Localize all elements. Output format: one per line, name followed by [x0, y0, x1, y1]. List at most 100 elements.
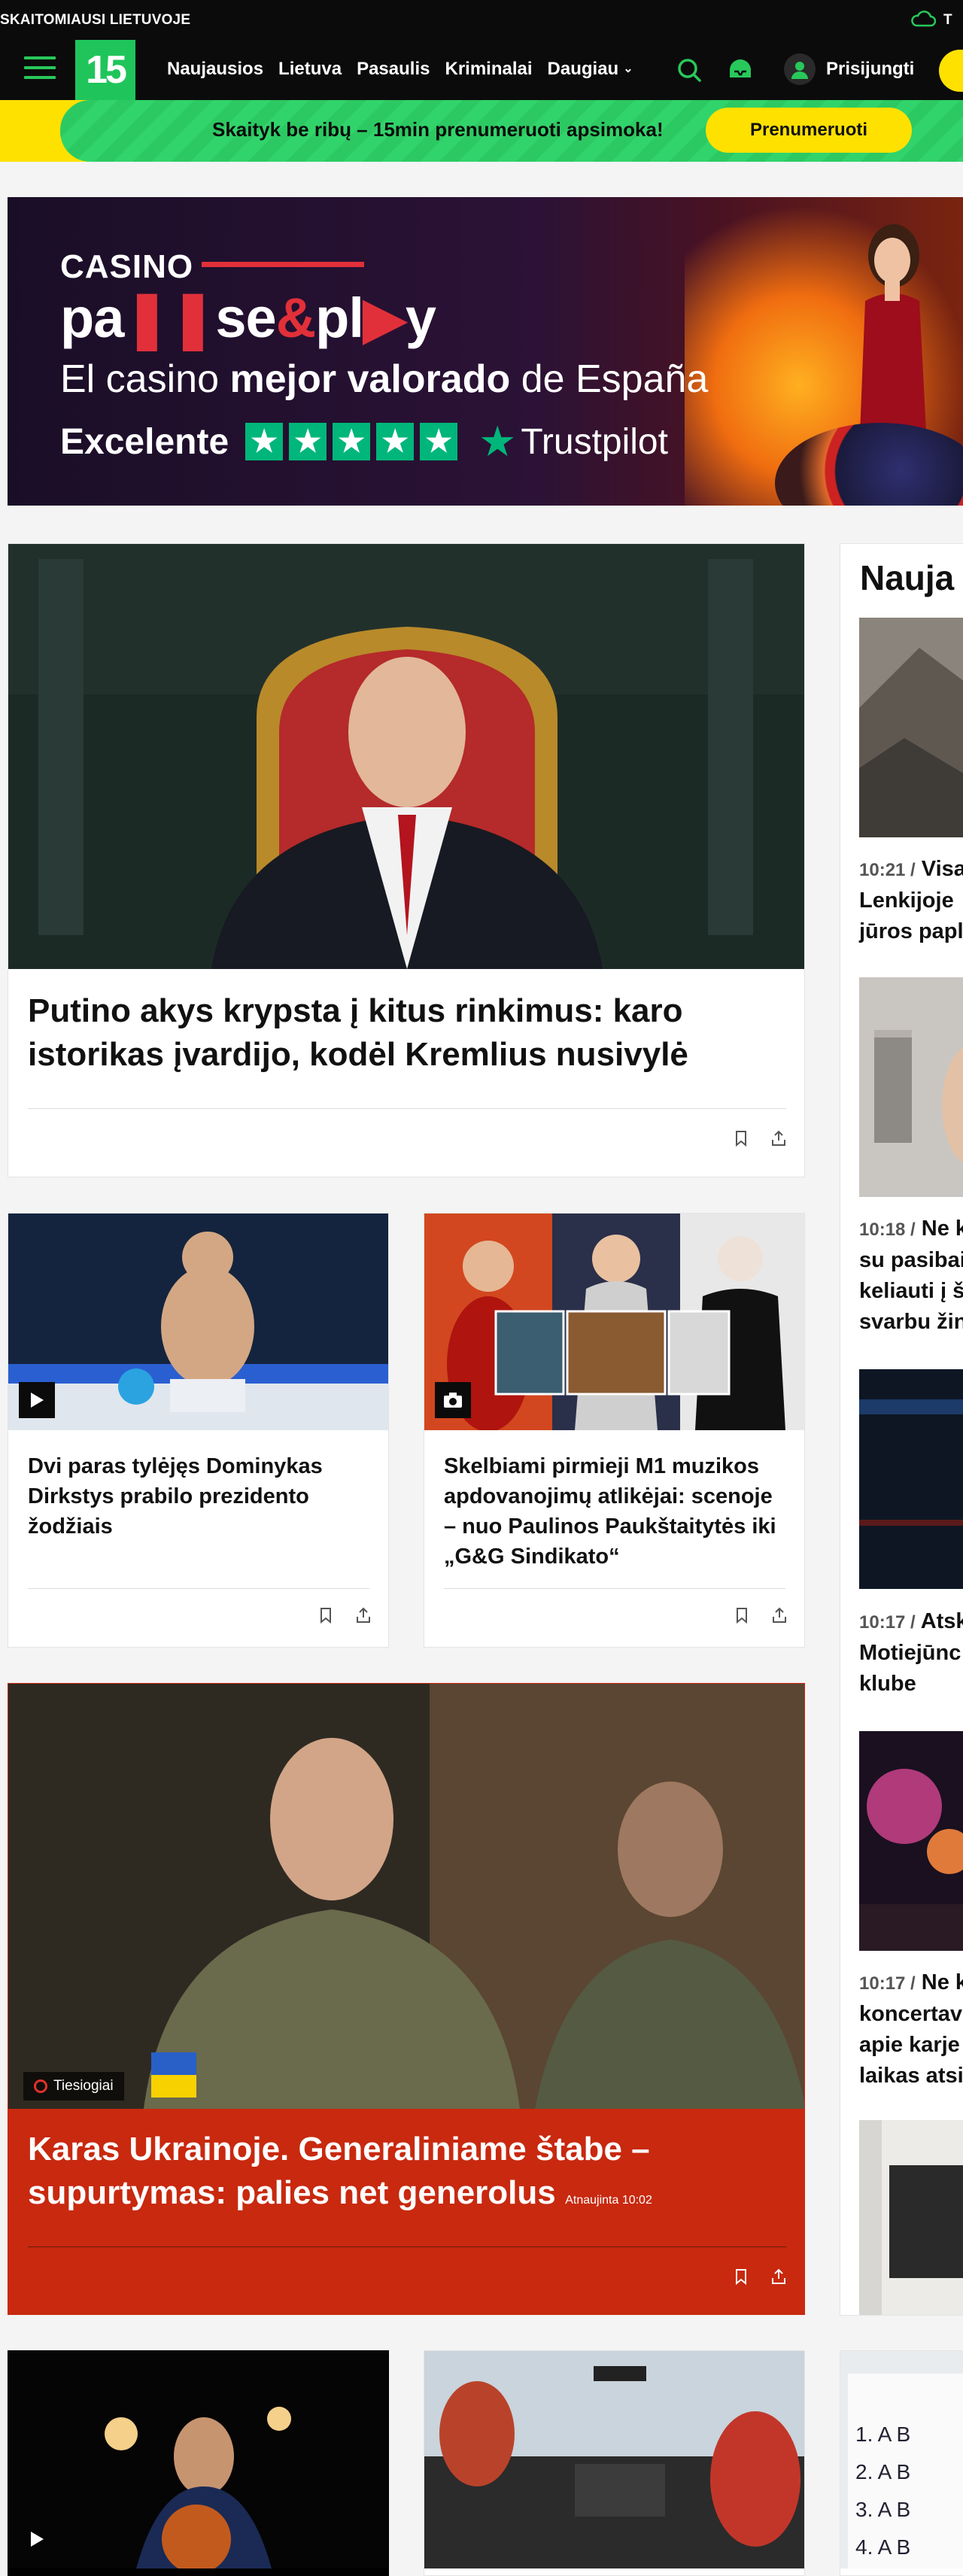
boxer-photo: [8, 1214, 388, 1430]
ad-tagline: El casino mejor valorado de España: [60, 357, 708, 402]
cliff-photo: [859, 618, 963, 837]
play-icon: [31, 1393, 44, 1408]
latest-news-sidebar: Nauja 10:21 / Visas Lenkijoje jūros papl…: [840, 543, 963, 2316]
article-card[interactable]: Skelbiami pirmieji M1 muzikos apdovanoji…: [424, 1213, 805, 1648]
article-title[interactable]: Dvi paras tylėjęs Dominykas Dirkstys pra…: [28, 1451, 374, 1542]
article-card[interactable]: [424, 2350, 805, 2576]
test-sheet-photo: 1. A B 2. A B 3. A B 4. A B: [840, 2351, 963, 2568]
sidebar-thumbnail[interactable]: [859, 618, 963, 837]
login-label: Prisijungti: [826, 59, 915, 79]
article-actions: [317, 1606, 372, 1624]
ad-casino-label: CASINO: [60, 248, 194, 285]
sidebar-item-line: klube: [859, 1672, 916, 1696]
top-strip-text: SKAITOMIAUSI LIETUVOJE: [0, 12, 191, 28]
article-actions: [733, 1606, 788, 1624]
article-image: [8, 1214, 388, 1430]
subscription-promo-bar: Skaityk be ribų – 15min prenumeruoti aps…: [0, 100, 963, 162]
video-badge: [19, 1382, 55, 1418]
user-icon: [784, 53, 816, 85]
login-button[interactable]: Prisijungti: [784, 53, 914, 85]
article-card[interactable]: Dvi paras tylėjęs Dominykas Dirkstys pra…: [8, 1213, 389, 1648]
live-article-title[interactable]: Karas Ukrainoje. Generaliniame štabe – s…: [28, 2131, 650, 2211]
sidebar-item-line: svarbu žin: [859, 1310, 963, 1334]
article-card[interactable]: [8, 2350, 389, 2576]
nav-link-daugiau-label: Daugiau: [547, 59, 619, 79]
menu-icon[interactable]: [24, 56, 56, 84]
live-updated-time: Atnaujinta 10:02: [565, 2194, 652, 2207]
article-image: [424, 2351, 804, 2568]
live-indicator-icon: [34, 2079, 47, 2093]
article-card[interactable]: 1. A B 2. A B 3. A B 4. A B: [840, 2350, 963, 2576]
main-article-card[interactable]: Putino akys krypsta į kitus rinkimus: ka…: [8, 543, 805, 1177]
star-icon: ★: [245, 423, 284, 460]
svg-text:3. A B: 3. A B: [855, 2498, 910, 2521]
sidebar-item[interactable]: 10:17 / Ne ka koncertav apie karje laika…: [859, 1967, 963, 2091]
main-article-title[interactable]: Putino akys krypsta į kitus rinkimus: ka…: [28, 989, 780, 1077]
live-article-heading: Karas Ukrainoje. Generaliniame štabe – s…: [28, 2128, 750, 2215]
sidebar-item-line: Visas: [921, 857, 963, 881]
star-icon: ★: [333, 423, 371, 460]
article-title[interactable]: Skelbiami pirmieji M1 muzikos apdovanoji…: [444, 1451, 790, 1572]
nav-link-naujausios[interactable]: Naujausios: [167, 59, 263, 80]
nav-link-lietuva[interactable]: Lietuva: [278, 59, 342, 80]
sidebar-item[interactable]: 10:17 / Atski Motiejūnc klube: [859, 1606, 963, 1700]
share-icon[interactable]: [770, 2268, 788, 2286]
sidebar-item-line: Atski: [920, 1609, 963, 1633]
play-icon: [31, 2532, 44, 2547]
musicians-collage: [424, 1214, 804, 1430]
nav-link-pasaulis[interactable]: Pasaulis: [357, 59, 430, 80]
sidebar-item[interactable]: 10:18 / Ne k su pasibai keliauti į š sva…: [859, 1214, 963, 1338]
casino-ad-banner[interactable]: CASINO pa❚❚se&pl▶y El casino mejor valor…: [8, 197, 963, 506]
sidebar-thumbnail[interactable]: [859, 2120, 963, 2315]
trustpilot-logo: ★ Trustpilot: [478, 417, 668, 466]
top-strip: SKAITOMIAUSI LIETUVOJE T: [0, 0, 963, 40]
ad-brand-part: pa: [60, 287, 124, 349]
ad-brand-name: pa❚❚se&pl▶y: [60, 286, 436, 351]
gallery-badge: [435, 1382, 471, 1418]
share-icon[interactable]: [770, 1606, 788, 1624]
ad-tagline-post: de España: [510, 357, 709, 401]
sidebar-item[interactable]: 10:21 / Visas Lenkijoje jūros papl: [859, 854, 963, 947]
subscribe-button[interactable]: Prenumeruoti: [706, 108, 912, 153]
bookmark-icon[interactable]: [317, 1606, 335, 1624]
sidebar-item-line: jūros papl: [859, 919, 963, 943]
ad-excellent-label: Excelente: [60, 421, 229, 462]
nav-links: Naujausios Lietuva Pasaulis Kriminalai D…: [167, 59, 633, 80]
main-navigation: 15 Naujausios Lietuva Pasaulis Kriminala…: [0, 40, 963, 100]
ad-brand-amp: &: [275, 287, 316, 349]
basketball-player-photo: [8, 2351, 388, 2568]
search-icon[interactable]: [674, 55, 704, 85]
sidebar-thumbnail[interactable]: [859, 1369, 963, 1589]
top-strip-right[interactable]: T: [943, 12, 952, 29]
subscribe-shortcut[interactable]: [939, 50, 963, 92]
weather-cloud-icon[interactable]: [910, 11, 936, 27]
bookmark-icon[interactable]: [732, 2268, 750, 2286]
nav-link-kriminalai[interactable]: Kriminalai: [445, 59, 532, 80]
live-badge: Tiesiogiai: [23, 2072, 124, 2101]
bookmark-icon[interactable]: [732, 1129, 750, 1147]
sidebar-item-line: laikas atsi: [859, 2064, 963, 2088]
sidebar-item-line: Lenkijoje: [859, 889, 954, 913]
ad-brand-part: y: [405, 287, 436, 349]
svg-text:4. A B: 4. A B: [855, 2535, 910, 2559]
ad-brand-play-icon: ▶: [363, 287, 406, 349]
nav-link-daugiau[interactable]: Daugiau ⌄: [548, 59, 633, 80]
article-actions: [732, 1129, 788, 1147]
share-icon[interactable]: [354, 1606, 372, 1624]
sidebar-thumbnail[interactable]: [859, 977, 963, 1197]
divider: [444, 1588, 785, 1589]
promo-text: Skaityk be ribų – 15min prenumeruoti aps…: [212, 118, 664, 141]
divider: [28, 1108, 786, 1109]
sidebar-thumbnail[interactable]: [859, 1731, 963, 1951]
ad-red-line: [202, 262, 364, 267]
inbox-icon[interactable]: [725, 55, 755, 85]
share-icon[interactable]: [770, 1129, 788, 1147]
live-badge-label: Tiesiogiai: [53, 2078, 114, 2094]
sidebar-item-time: 10:17 /: [859, 1612, 916, 1633]
site-logo[interactable]: 15: [75, 40, 135, 100]
svg-text:2. A B: 2. A B: [855, 2460, 910, 2483]
bookmark-icon[interactable]: [733, 1606, 751, 1624]
live-article-card[interactable]: Tiesiogiai Karas Ukrainoje. Generaliniam…: [8, 1683, 805, 2315]
video-badge: [19, 2521, 55, 2557]
room-photo: [859, 2120, 963, 2315]
